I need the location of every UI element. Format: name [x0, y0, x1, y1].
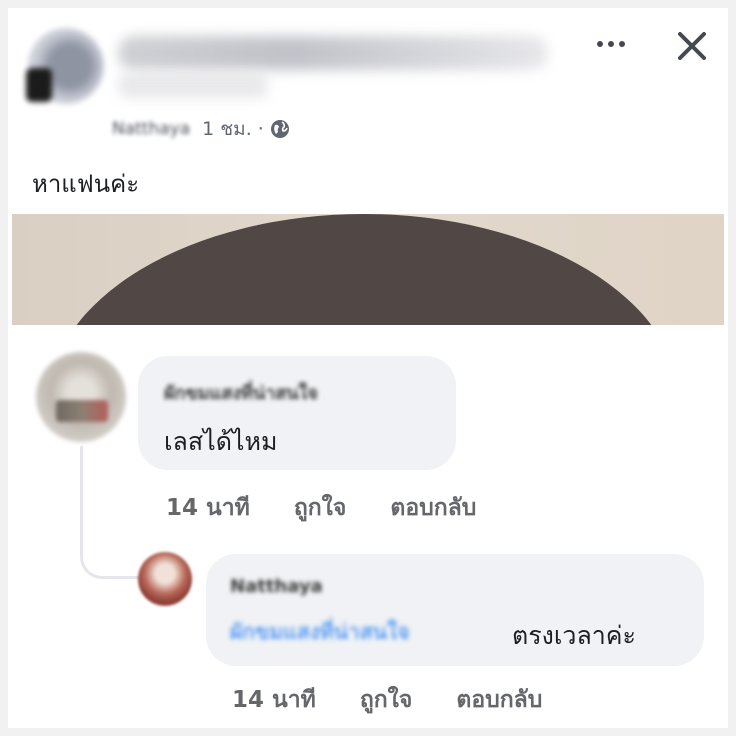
reply-thread-line — [80, 446, 139, 579]
post-author-subname-redacted[interactable]: Natthaya — [112, 119, 190, 139]
close-icon[interactable] — [672, 26, 712, 66]
comment-bubble: ผักขมแสงที่น่าสนใจ เลสได้ไหม — [138, 356, 456, 470]
comment-time[interactable]: 14 นาที — [166, 490, 250, 526]
like-button[interactable]: ถูกใจ — [294, 490, 347, 526]
post-meta: Natthaya 1 ชม. · — [112, 116, 290, 142]
meta-separator: · — [257, 118, 264, 140]
reply-bubble: Natthaya ผักขมแสงที่น่าสนใจ ตรงเวลาค่ะ — [206, 554, 704, 666]
post-author-name-redacted-line2 — [118, 72, 268, 98]
post-timestamp[interactable]: 1 ชม. — [202, 114, 252, 144]
globe-icon[interactable] — [270, 119, 290, 139]
reply-time[interactable]: 14 นาที — [232, 682, 316, 718]
reply-actions: 14 นาที ถูกใจ ตอบกลับ — [232, 682, 586, 718]
reply-author-avatar[interactable] — [138, 552, 192, 606]
post-text: หาแฟนค่ะ — [32, 170, 140, 198]
commenter-name-redacted[interactable]: ผักขมแสงที่น่าสนใจ — [164, 378, 318, 407]
reply-button[interactable]: ตอบกลับ — [390, 490, 476, 526]
mention-link-redacted[interactable]: ผักขมแสงที่น่าสนใจ — [230, 616, 410, 649]
post-author-name-redacted[interactable] — [118, 36, 548, 70]
comment-actions: 14 นาที ถูกใจ ตอบกลับ — [166, 490, 520, 526]
photo-subject — [48, 214, 680, 325]
reply-text: ตรงเวลาค่ะ — [512, 621, 636, 650]
reply-button[interactable]: ตอบกลับ — [456, 682, 542, 718]
comment-text: เลสได้ไหม — [164, 427, 278, 456]
commenter-avatar[interactable] — [36, 352, 126, 442]
more-horizontal-icon[interactable] — [594, 30, 628, 58]
post-author-avatar[interactable] — [26, 28, 104, 104]
reply-author-name-redacted[interactable]: Natthaya — [230, 576, 323, 597]
like-button[interactable]: ถูกใจ — [360, 682, 413, 718]
post-photo[interactable] — [12, 214, 724, 325]
